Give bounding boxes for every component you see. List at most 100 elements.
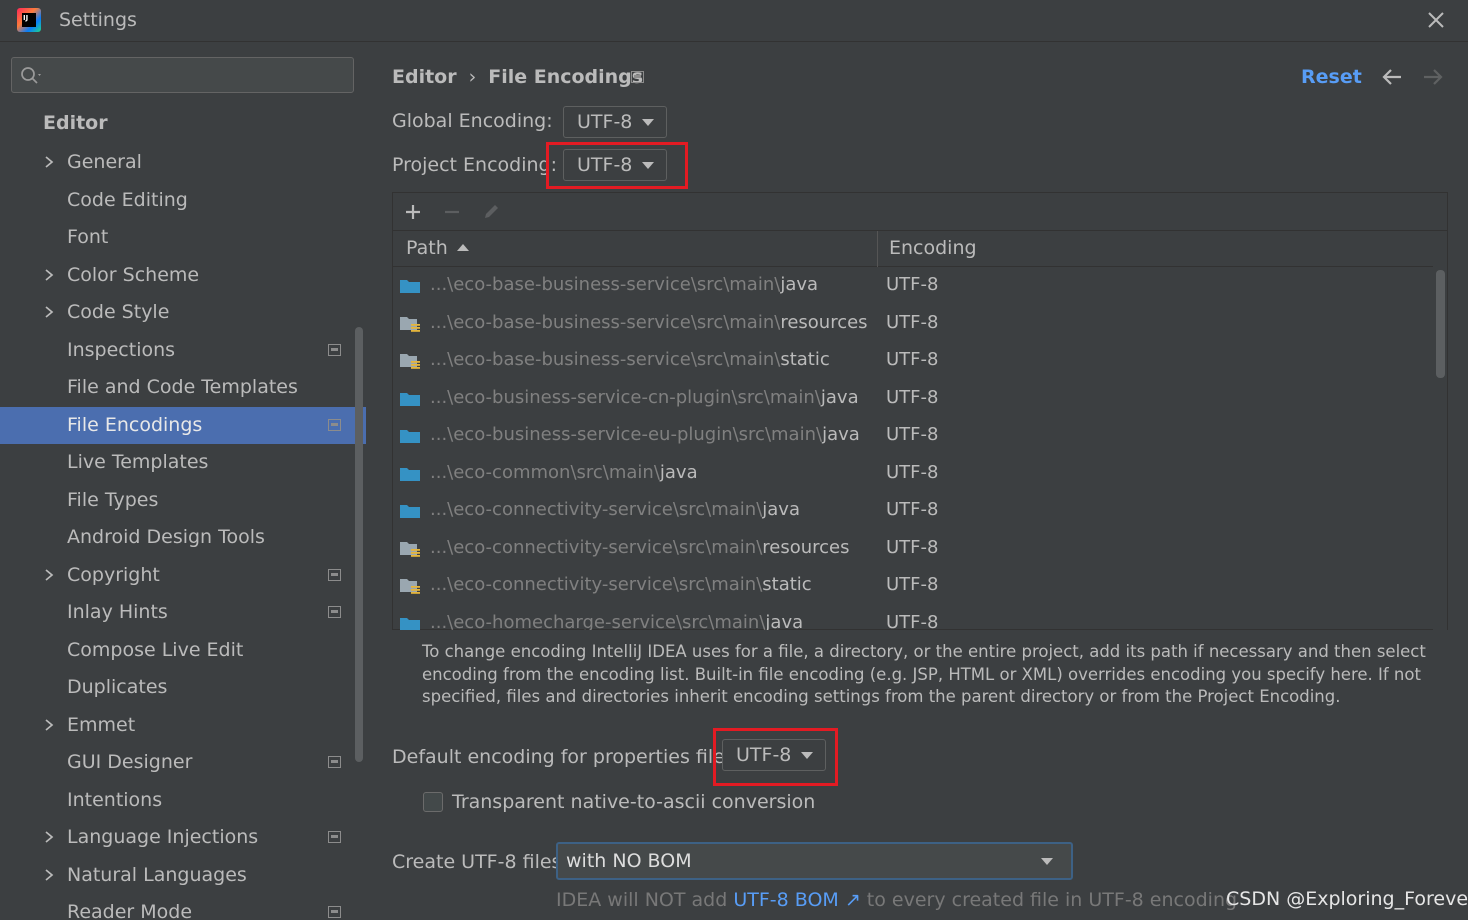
sidebar-item-inlay-hints[interactable]: Inlay Hints	[0, 594, 366, 632]
sidebar-item-inspections[interactable]: Inspections	[0, 332, 366, 370]
table-row[interactable]: ...\eco-base-business-service\src\main\r…	[393, 306, 1433, 344]
sidebar-item-language-injections[interactable]: Language Injections	[0, 819, 366, 857]
sidebar-item-duplicates[interactable]: Duplicates	[0, 669, 366, 707]
encoding-cell[interactable]: UTF-8	[886, 499, 938, 520]
sidebar-item-copyright[interactable]: Copyright	[0, 557, 366, 595]
table-row[interactable]: ...\eco-connectivity-service\src\main\st…	[393, 568, 1433, 606]
project-level-icon	[631, 71, 644, 83]
sidebar-item-code-editing[interactable]: Code Editing	[0, 182, 366, 220]
path-tail: java	[659, 461, 698, 483]
remove-icon[interactable]	[442, 202, 462, 222]
chevron-right-icon[interactable]	[42, 717, 56, 733]
source-folder-icon	[400, 505, 420, 518]
encoding-cell[interactable]: UTF-8	[886, 312, 938, 333]
external-link-icon: ↗	[838, 889, 861, 911]
table-row[interactable]: ...\eco-business-service-eu-plugin\src\m…	[393, 418, 1433, 456]
project-encoding-select[interactable]: UTF-8	[563, 149, 667, 181]
create-utf8-select[interactable]: with NO BOM	[556, 842, 1073, 880]
chevron-right-icon[interactable]	[42, 154, 56, 170]
native-to-ascii-label[interactable]: Transparent native-to-ascii conversion	[452, 791, 815, 813]
table-row[interactable]: ...\eco-connectivity-service\src\main\re…	[393, 531, 1433, 569]
project-level-icon	[328, 343, 341, 356]
path-prefix: ...\eco-base-business-service\src\main\	[430, 311, 781, 333]
table-row[interactable]: ...\eco-connectivity-service\src\main\ja…	[393, 493, 1433, 531]
sidebar-item-font[interactable]: Font	[0, 219, 366, 257]
project-encoding-value: UTF-8	[577, 154, 633, 176]
encoding-cell[interactable]: UTF-8	[886, 387, 938, 408]
sidebar-item-file-encodings[interactable]: File Encodings	[0, 406, 366, 444]
sort-ascending-icon	[457, 244, 469, 251]
sidebar-item-file-types[interactable]: File Types	[0, 482, 366, 520]
path-cell: ...\eco-common\src\main\java	[430, 462, 698, 483]
sidebar-item-general[interactable]: General	[0, 144, 366, 182]
column-header-encoding[interactable]: Encoding	[889, 237, 977, 259]
table-row[interactable]: ...\eco-base-business-service\src\main\s…	[393, 343, 1433, 381]
table-row[interactable]: ...\eco-base-business-service\src\main\j…	[393, 268, 1433, 306]
path-prefix: ...\eco-common\src\main\	[430, 461, 660, 483]
properties-encoding-value: UTF-8	[736, 744, 792, 766]
chevron-right-icon[interactable]	[42, 829, 56, 845]
sidebar-item-compose-live-edit[interactable]: Compose Live Edit	[0, 632, 366, 670]
sidebar-section-editor[interactable]: Editor	[43, 112, 108, 134]
intellij-logo-icon: IJ	[17, 8, 41, 32]
sidebar-item-label: Reader Mode	[67, 901, 193, 920]
sidebar-item-gui-designer[interactable]: GUI Designer	[0, 744, 366, 782]
sidebar-item-label: File Encodings	[67, 413, 203, 436]
edit-pencil-icon[interactable]	[481, 202, 501, 222]
forward-arrow-icon[interactable]	[1421, 66, 1445, 88]
properties-encoding-select[interactable]: UTF-8	[722, 739, 826, 771]
table-row[interactable]: ...\eco-common\src\main\java UTF-8	[393, 456, 1433, 494]
column-header-path[interactable]: Path	[406, 237, 448, 259]
table-scrollbar[interactable]	[1433, 268, 1447, 630]
bom-hint-before: IDEA will NOT add	[556, 889, 734, 911]
sidebar-item-file-and-code-templates[interactable]: File and Code Templates	[0, 369, 366, 407]
chevron-right-icon[interactable]	[42, 867, 56, 883]
table-row[interactable]: ...\eco-homecharge-service\src\main\java…	[393, 606, 1433, 631]
path-tail: java	[780, 274, 819, 295]
native-to-ascii-checkbox[interactable]	[423, 792, 443, 812]
title-bar: IJ Settings	[0, 0, 1468, 42]
encoding-cell[interactable]: UTF-8	[886, 574, 938, 595]
sidebar-item-android-design-tools[interactable]: Android Design Tools	[0, 519, 366, 557]
sidebar-item-intentions[interactable]: Intentions	[0, 782, 366, 820]
path-cell: ...\eco-base-business-service\src\main\j…	[430, 274, 818, 295]
sidebar-item-reader-mode[interactable]: Reader Mode	[0, 894, 366, 920]
encoding-cell[interactable]: UTF-8	[886, 537, 938, 558]
sidebar-item-natural-languages[interactable]: Natural Languages	[0, 857, 366, 895]
sidebar-item-live-templates[interactable]: Live Templates	[0, 444, 366, 482]
search-box[interactable]	[11, 57, 354, 93]
encoding-cell[interactable]: UTF-8	[886, 424, 938, 445]
sidebar-item-emmet[interactable]: Emmet	[0, 707, 366, 745]
back-arrow-icon[interactable]	[1380, 66, 1404, 88]
global-encoding-select[interactable]: UTF-8	[563, 106, 667, 138]
breadcrumb-editor[interactable]: Editor	[392, 66, 457, 88]
column-divider[interactable]	[877, 231, 878, 267]
watermark: CSDN @Exploring_Forever	[1226, 888, 1468, 910]
encoding-cell[interactable]: UTF-8	[886, 274, 938, 295]
utf8-bom-link[interactable]: UTF-8 BOM	[733, 889, 838, 911]
sidebar-scrollbar[interactable]	[355, 327, 363, 762]
project-level-icon	[328, 418, 341, 431]
project-level-icon	[328, 606, 341, 618]
sidebar-item-label: Live Templates	[67, 451, 209, 473]
add-icon[interactable]	[403, 202, 423, 222]
chevron-right-icon[interactable]	[42, 267, 56, 283]
chevron-down-icon	[642, 119, 654, 126]
close-icon[interactable]	[1424, 8, 1448, 32]
encoding-cell[interactable]: UTF-8	[886, 349, 938, 370]
sidebar-item-label: Inlay Hints	[67, 601, 168, 623]
reset-button[interactable]: Reset	[1301, 66, 1362, 88]
chevron-right-icon[interactable]	[42, 304, 56, 320]
sidebar-item-label: Compose Live Edit	[67, 638, 244, 661]
encoding-cell[interactable]: UTF-8	[886, 462, 938, 483]
resources-folder-icon	[400, 354, 420, 369]
table-scrollbar-thumb[interactable]	[1436, 270, 1445, 378]
sidebar-item-color-scheme[interactable]: Color Scheme	[0, 257, 366, 295]
table-row[interactable]: ...\eco-business-service-cn-plugin\src\m…	[393, 381, 1433, 419]
resources-folder-icon	[400, 579, 420, 594]
encoding-cell[interactable]: UTF-8	[886, 612, 938, 631]
sidebar-item-code-style[interactable]: Code Style	[0, 294, 366, 332]
chevron-right-icon[interactable]	[42, 567, 56, 583]
search-input[interactable]	[52, 62, 342, 88]
project-level-icon	[328, 756, 341, 768]
